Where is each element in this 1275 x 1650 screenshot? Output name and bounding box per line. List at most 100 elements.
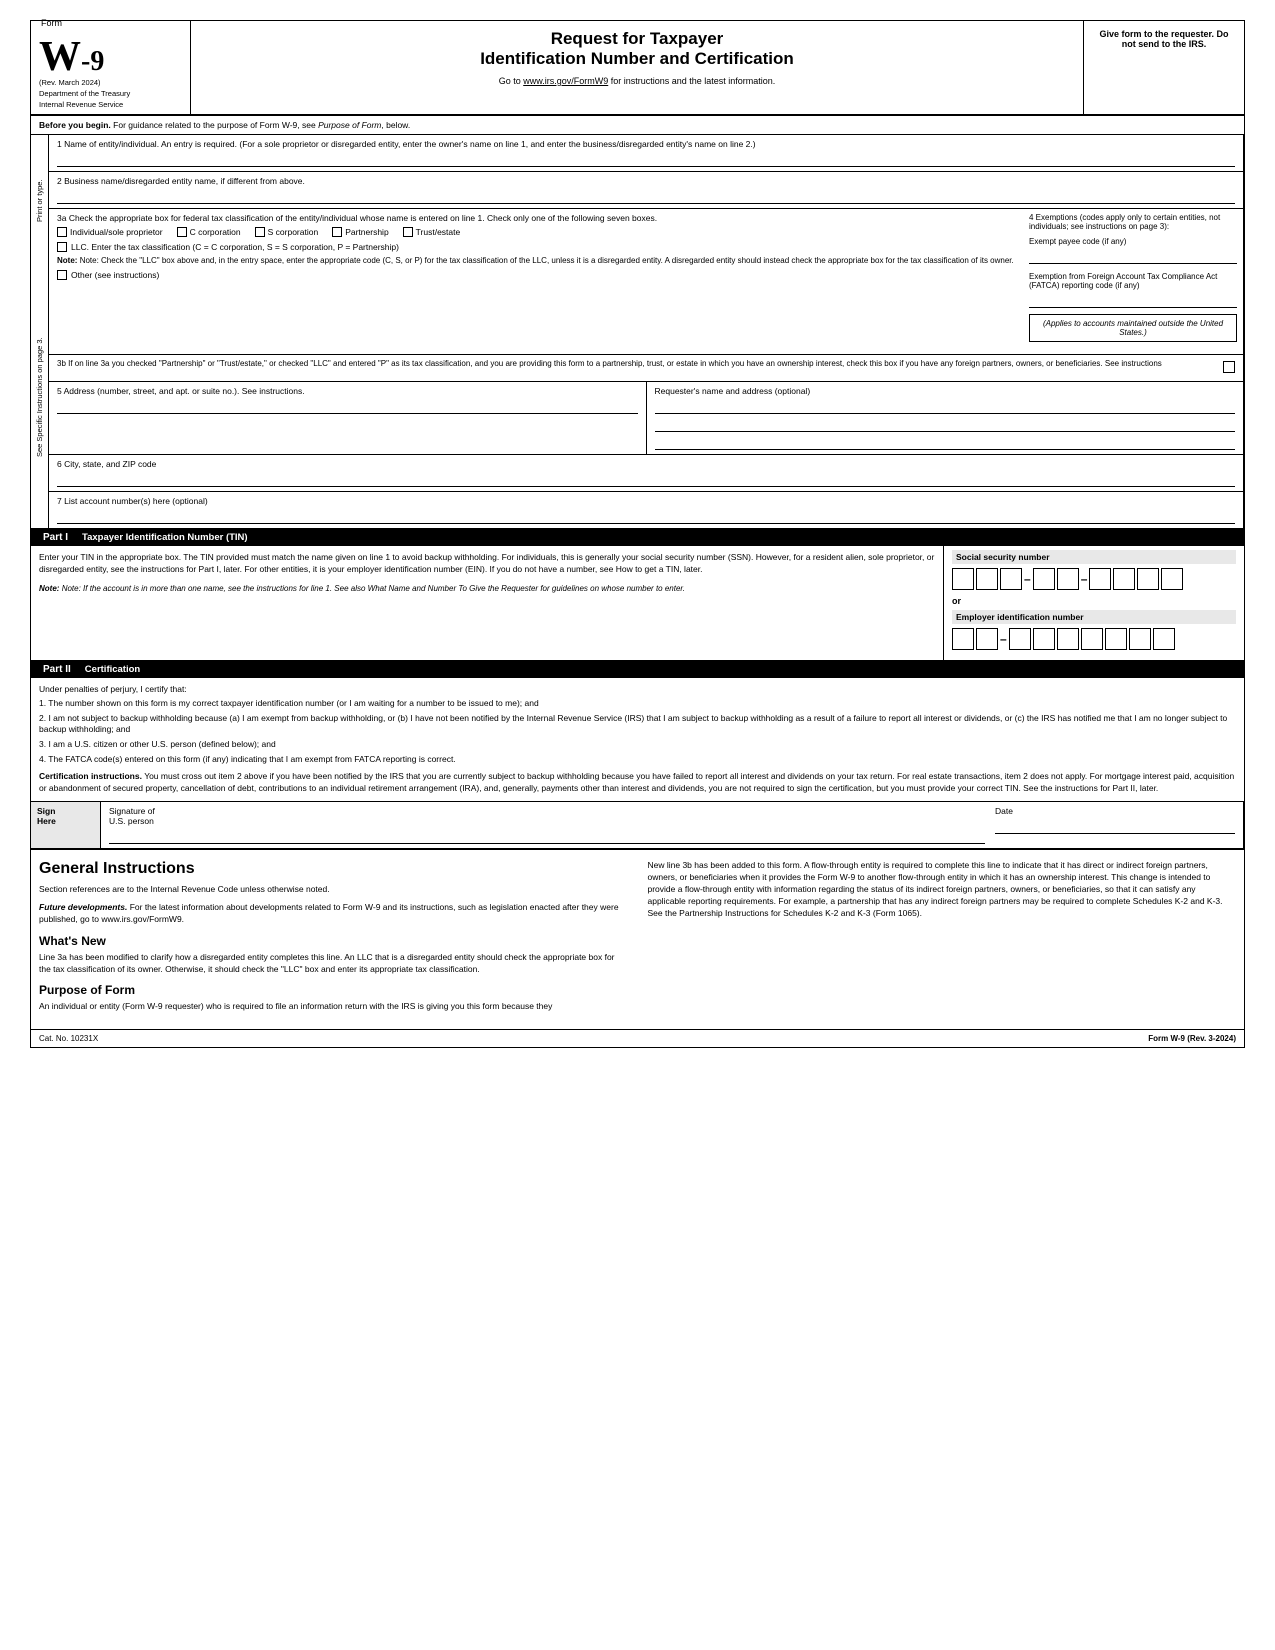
part1-title: Taxpayer Identification Number (TIN) <box>82 532 248 543</box>
ein-box-3[interactable] <box>1009 628 1031 650</box>
other-row: Other (see instructions) <box>57 270 1015 280</box>
line6-label: 6 City, state, and ZIP code <box>57 459 1235 469</box>
line5-input[interactable] <box>57 400 638 414</box>
line7-input[interactable] <box>57 510 1235 524</box>
cb-scorp-item: S corporation <box>255 227 319 237</box>
ssn-box-7[interactable] <box>1113 568 1135 590</box>
cert-list: 1. The number shown on this form is my c… <box>39 698 1236 765</box>
before-begin-row: Before you begin. For guidance related t… <box>31 116 1244 135</box>
part1-body: Enter your TIN in the appropriate box. T… <box>31 546 1244 661</box>
cb-trust-box[interactable] <box>403 227 413 237</box>
line3a-left: 3a Check the appropriate box for federal… <box>49 209 1023 354</box>
cert-item4: 4. The FATCA code(s) entered on this for… <box>39 754 1236 765</box>
cb-line3b-box[interactable] <box>1223 361 1235 373</box>
ein-box-9[interactable] <box>1153 628 1175 650</box>
cert-instructions-bold: Certification instructions. <box>39 771 142 781</box>
ein-box-4[interactable] <box>1033 628 1055 650</box>
llc-text: LLC. Enter the tax classification (C = C… <box>71 242 515 252</box>
ssn-boxes: – – <box>952 568 1236 590</box>
footer-row: Cat. No. 10231X Form W-9 (Rev. 3-2024) <box>31 1029 1244 1047</box>
sign-label1: Sign <box>37 806 94 816</box>
ssn-box-6[interactable] <box>1089 568 1111 590</box>
part1-left: Enter your TIN in the appropriate box. T… <box>31 546 944 660</box>
ssn-box-3[interactable] <box>1000 568 1022 590</box>
form-url: www.irs.gov/FormW9 <box>523 76 608 86</box>
line1-input[interactable] <box>57 153 1235 167</box>
ssn-box-9[interactable] <box>1161 568 1183 590</box>
line5-left: 5 Address (number, street, and apt. or s… <box>49 382 647 454</box>
sign-date-section: Date <box>985 806 1235 844</box>
ssn-box-4[interactable] <box>1033 568 1055 590</box>
header-center: Request for Taxpayer Identification Numb… <box>191 21 1084 114</box>
cert-item1: 1. The number shown on this form is my c… <box>39 698 1236 709</box>
signature-input[interactable] <box>109 828 985 844</box>
exemptions-section: 4 Exemptions (codes apply only to certai… <box>1029 213 1237 342</box>
line3a-section: 3a Check the appropriate box for federal… <box>49 209 1243 355</box>
ein-box-2[interactable] <box>976 628 998 650</box>
ein-label: Employer identification number <box>952 610 1236 624</box>
line3b-row: 3b If on line 3a you checked "Partnershi… <box>49 355 1243 382</box>
exempt-payee-input[interactable] <box>1029 250 1237 264</box>
fatca-input[interactable] <box>1029 294 1237 308</box>
ein-box-8[interactable] <box>1129 628 1151 650</box>
form-ref: Form W-9 (Rev. 3-2024) <box>1148 1034 1236 1043</box>
ssn-box-2[interactable] <box>976 568 998 590</box>
ein-box-6[interactable] <box>1081 628 1103 650</box>
line1-row: 1 Name of entity/individual. An entry is… <box>49 135 1243 172</box>
cb-partnership-box[interactable] <box>332 227 342 237</box>
form-header: Form W-9 (Rev. March 2024) Department of… <box>31 21 1244 116</box>
ein-boxes: – <box>952 628 1236 650</box>
cb-ccorp-label: C corporation <box>190 227 241 237</box>
ein-box-7[interactable] <box>1105 628 1127 650</box>
form-title1: Request for Taxpayer <box>201 29 1073 49</box>
line1-label: 1 Name of entity/individual. An entry is… <box>57 139 1235 149</box>
gi-left-col: General Instructions Section references … <box>39 860 628 1019</box>
ssn-box-8[interactable] <box>1137 568 1159 590</box>
part2-body: Under penalties of perjury, I certify th… <box>31 678 1244 802</box>
main-fields: 1 Name of entity/individual. An entry is… <box>49 135 1244 528</box>
header-left: Form W-9 (Rev. March 2024) Department of… <box>31 21 191 114</box>
cb-scorp-box[interactable] <box>255 227 265 237</box>
note-content: Note: Check the "LLC" box above and, in … <box>80 256 1014 265</box>
sign-sig-label: Signature of U.S. person <box>109 806 985 826</box>
cb-ccorp-box[interactable] <box>177 227 187 237</box>
ssn-label: Social security number <box>952 550 1236 564</box>
requester-input1[interactable] <box>655 400 1236 414</box>
part1-label: Part I <box>37 532 74 543</box>
line2-input[interactable] <box>57 190 1235 204</box>
line5-label: 5 Address (number, street, and apt. or s… <box>57 386 638 396</box>
ein-box-5[interactable] <box>1057 628 1079 650</box>
form-subtitle: Go to www.irs.gov/FormW9 for instruction… <box>201 76 1073 86</box>
ein-dash: – <box>1000 632 1007 646</box>
before-begin-bold: Before you begin. <box>39 120 111 130</box>
requester-input2[interactable] <box>655 418 1236 432</box>
date-input[interactable] <box>995 818 1235 834</box>
cb-ccorp-item: C corporation <box>177 227 241 237</box>
line6-row: 6 City, state, and ZIP code <box>49 455 1243 492</box>
right-panel-exemptions: 4 Exemptions (codes apply only to certai… <box>1023 209 1243 354</box>
header-right: Give form to the requester. Do not send … <box>1084 21 1244 114</box>
line6-input[interactable] <box>57 473 1235 487</box>
cb-llc-box[interactable] <box>57 242 67 252</box>
requester-label: Requester's name and address (optional) <box>655 386 1236 396</box>
dept1-label: Department of the Treasury <box>39 89 182 98</box>
ssn-box-5[interactable] <box>1057 568 1079 590</box>
rev-label: (Rev. March 2024) <box>39 78 182 87</box>
whats-new-text: Line 3a has been modified to clarify how… <box>39 952 628 976</box>
general-instructions-section: General Instructions Section references … <box>31 850 1244 1029</box>
cat-no: Cat. No. 10231X <box>39 1034 98 1043</box>
whats-new-title: What's New <box>39 934 628 948</box>
requester-input3[interactable] <box>655 436 1236 450</box>
line2-row: 2 Business name/disregarded entity name,… <box>49 172 1243 209</box>
before-begin-text: For guidance related to the purpose of F… <box>113 120 410 130</box>
cb-other-box[interactable] <box>57 270 67 280</box>
ein-box-1[interactable] <box>952 628 974 650</box>
line7-label: 7 List account number(s) here (optional) <box>57 496 1235 506</box>
gi-right-col: New line 3b has been added to this form.… <box>648 860 1237 1019</box>
side-label-container: Print or type. See Specific Instructions… <box>31 135 49 528</box>
ssn-dash1: – <box>1024 572 1031 586</box>
cb-individual-box[interactable] <box>57 227 67 237</box>
ssn-box-1[interactable] <box>952 568 974 590</box>
line3a-label: 3a Check the appropriate box for federal… <box>57 213 1015 223</box>
part1-note: Note: Note: If the account is in more th… <box>39 584 935 594</box>
